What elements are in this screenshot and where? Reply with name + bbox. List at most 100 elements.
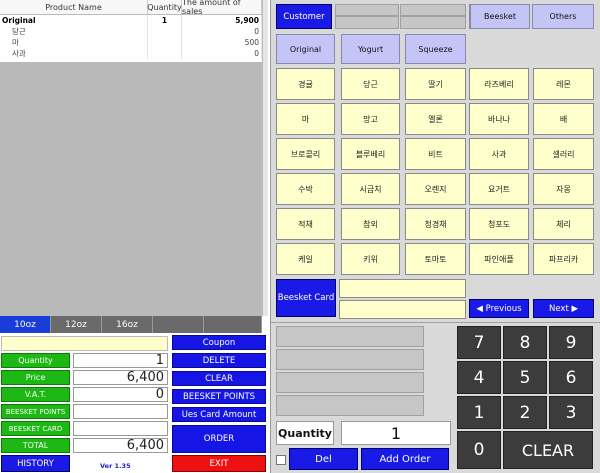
tab-16oz[interactable]: 16oz [102, 316, 153, 333]
keypad-key-9[interactable]: 9 [549, 326, 593, 359]
keypad-key-4[interactable]: 4 [457, 361, 501, 394]
col-quantity: Quantity [147, 0, 182, 14]
coupon-button[interactable]: Coupon [172, 335, 266, 350]
beesket-card-label: BEESKET CARD [1, 421, 70, 436]
keypad-key-3[interactable]: 3 [549, 396, 593, 429]
product-button[interactable]: 수박 [276, 173, 335, 205]
product-button[interactable]: 키위 [341, 243, 400, 275]
keypad-key-6[interactable]: 6 [549, 361, 593, 394]
tab-others[interactable]: Others [532, 4, 594, 29]
order-panel: Product Name Quantity The amount of sale… [0, 0, 268, 473]
product-button[interactable]: 파인애플 [469, 243, 529, 275]
product-button[interactable]: 오렌지 [405, 173, 466, 205]
product-button[interactable]: 배 [533, 103, 594, 135]
table-row[interactable]: 당근 0 [0, 26, 262, 37]
previous-button[interactable]: ◀ Previous [469, 299, 529, 318]
table-row[interactable]: 마 500 [0, 37, 262, 48]
category-yogurt[interactable]: Yogurt [341, 34, 400, 64]
row-name: 당근 [0, 26, 148, 37]
row-amount: 0 [182, 26, 262, 37]
quantity-label: Quantity [1, 353, 70, 368]
product-button[interactable]: 시금치 [341, 173, 400, 205]
quantity-value: 1 [73, 353, 168, 368]
tab-12oz[interactable]: 12oz [51, 316, 102, 333]
tab-empty-4[interactable] [153, 316, 204, 333]
keypad-key-8[interactable]: 8 [503, 326, 547, 359]
beesket-points-button[interactable]: BEESKET POINTS [172, 389, 266, 404]
quantity-entry-field[interactable]: 1 [341, 421, 451, 445]
row-amount: 0 [182, 48, 262, 59]
keypad-key-2[interactable]: 2 [503, 396, 547, 429]
delete-button[interactable]: DELETE [172, 353, 266, 368]
table-row[interactable]: 사과 0 [0, 48, 262, 59]
coupon-display [1, 336, 168, 351]
product-button[interactable]: 브로콜리 [276, 138, 335, 170]
checkbox[interactable] [276, 455, 286, 465]
product-button[interactable]: 청경채 [405, 208, 466, 240]
product-button[interactable]: 레몬 [533, 68, 594, 100]
row-qty [148, 37, 182, 48]
tab-customer[interactable]: Customer [276, 4, 332, 29]
product-button[interactable]: 케일 [276, 243, 335, 275]
next-button[interactable]: Next ▶ [533, 299, 594, 318]
vat-label: V.A.T. [1, 387, 70, 402]
top-slot-3 [400, 4, 466, 16]
tab-beesket[interactable]: Beesket [470, 4, 530, 29]
info-slot-2 [276, 349, 424, 370]
product-button[interactable]: 청포도 [469, 208, 529, 240]
product-button[interactable]: 마 [276, 103, 335, 135]
tab-10oz[interactable]: 10oz [0, 316, 51, 333]
row-qty: 1 [148, 15, 182, 26]
exit-button[interactable]: EXIT [172, 455, 266, 472]
row-qty [148, 26, 182, 37]
del-button[interactable]: Del [289, 448, 358, 470]
product-button[interactable]: 셀러리 [533, 138, 594, 170]
keypad-clear-button[interactable]: CLEAR [503, 431, 593, 469]
product-button[interactable]: 요거트 [469, 173, 529, 205]
table-row[interactable]: Original 1 5,900 [0, 15, 262, 26]
info-slot-3 [276, 372, 424, 393]
total-label: TOTAL [1, 438, 70, 453]
row-qty [148, 48, 182, 59]
beesket-card-value [73, 421, 168, 436]
row-amount: 5,900 [182, 15, 262, 26]
keypad-key-7[interactable]: 7 [457, 326, 501, 359]
product-button[interactable]: 당근 [341, 68, 400, 100]
row-name: 사과 [0, 48, 148, 59]
product-button[interactable]: 멜론 [405, 103, 466, 135]
keypad-key-0[interactable]: 0 [457, 431, 501, 469]
product-button[interactable]: 적채 [276, 208, 335, 240]
product-button[interactable]: 망고 [341, 103, 400, 135]
quantity-entry-label: Quantity [276, 421, 334, 445]
product-button[interactable]: 사과 [469, 138, 529, 170]
product-button[interactable]: 참외 [341, 208, 400, 240]
product-button[interactable]: 비트 [405, 138, 466, 170]
order-button[interactable]: ORDER [172, 425, 266, 453]
keypad-key-5[interactable]: 5 [503, 361, 547, 394]
product-button[interactable]: 자몽 [533, 173, 594, 205]
vat-value: 0 [73, 387, 168, 402]
table-scrollbar[interactable] [262, 0, 268, 316]
category-squeeze[interactable]: Squeeze [405, 34, 466, 64]
clear-button[interactable]: CLEAR [172, 371, 266, 386]
product-button[interactable]: 딸기 [405, 68, 466, 100]
product-button[interactable]: 토마토 [405, 243, 466, 275]
product-button[interactable]: 바나나 [469, 103, 529, 135]
total-value: 6,400 [73, 438, 168, 453]
keypad-key-1[interactable]: 1 [457, 396, 501, 429]
add-order-button[interactable]: Add Order [361, 448, 449, 470]
col-amount: The amount of sales [182, 0, 262, 16]
use-card-amount-button[interactable]: Ues Card Amount [172, 407, 266, 422]
order-list-empty-area [0, 62, 262, 316]
tab-empty-5[interactable] [204, 316, 262, 333]
category-original[interactable]: Original [276, 34, 335, 64]
product-button[interactable]: 파프리카 [533, 243, 594, 275]
product-button[interactable]: 블루베리 [341, 138, 400, 170]
row-name: 마 [0, 37, 148, 48]
product-button[interactable]: 라즈베리 [469, 68, 529, 100]
product-button[interactable]: 체리 [533, 208, 594, 240]
product-button[interactable]: 경귤 [276, 68, 335, 100]
top-slot-1 [335, 4, 399, 16]
beesket-card-button[interactable]: Beesket Card [276, 279, 336, 317]
history-button[interactable]: HISTORY [1, 455, 70, 472]
